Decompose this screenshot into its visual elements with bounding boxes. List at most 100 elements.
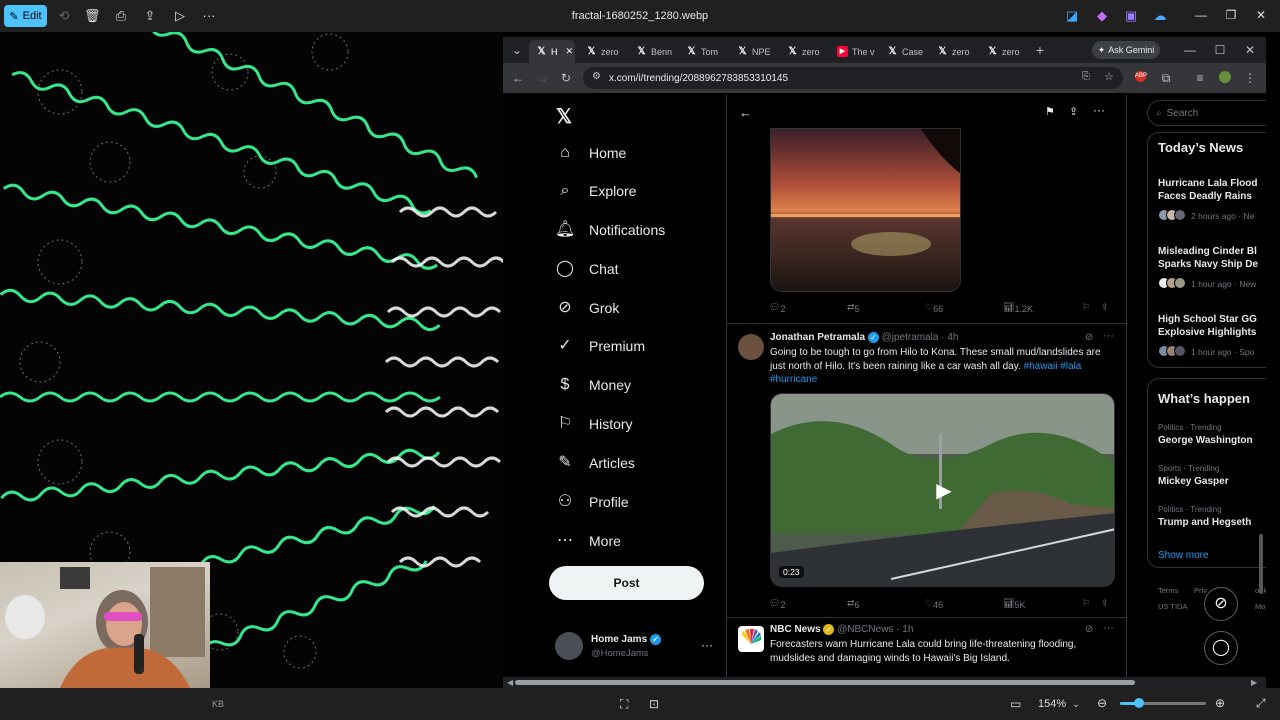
bookmark-icon[interactable]: ⚐ bbox=[1082, 598, 1090, 609]
close-icon[interactable]: ✕ bbox=[1243, 43, 1257, 57]
tab[interactable]: 𝕏zero bbox=[930, 40, 978, 63]
tab-search-icon[interactable]: ⌄ bbox=[510, 43, 524, 57]
nav-money[interactable]: $ Money bbox=[555, 373, 631, 397]
menu-icon[interactable]: ⋮ bbox=[1243, 71, 1257, 85]
scroll-left-icon[interactable]: ◀ bbox=[507, 678, 513, 687]
sunset-image[interactable] bbox=[770, 128, 961, 292]
news-item-title[interactable]: Misleading Cinder Bl Sparks Navy Ship De bbox=[1158, 245, 1258, 271]
tab[interactable]: 𝕏 Case bbox=[880, 40, 928, 63]
tab[interactable]: 𝕏zero bbox=[780, 40, 828, 63]
adblock-icon[interactable]: ABP bbox=[1135, 71, 1147, 82]
minimize-icon[interactable]: — bbox=[1193, 8, 1209, 22]
reply-button[interactable]: 💬︎ 2 bbox=[769, 302, 785, 314]
nbc-logo[interactable] bbox=[738, 626, 764, 652]
nav-notifications[interactable]: 🔔︎ Notifications bbox=[555, 218, 665, 242]
close-tab-icon[interactable]: ✕ bbox=[566, 46, 574, 57]
scroll-right-icon[interactable]: ▶ bbox=[1251, 678, 1257, 687]
fit-screen-icon[interactable]: ⛶ bbox=[620, 697, 628, 712]
views-button[interactable]: 📊︎ 1.2K bbox=[1003, 302, 1033, 314]
footer-terms-link[interactable]: Terms bbox=[1158, 586, 1178, 595]
clipchamp-icon[interactable]: ◆ bbox=[1094, 8, 1110, 24]
news-item-title[interactable]: High School Star GG Explosive Highlights bbox=[1158, 313, 1257, 339]
more-options-icon[interactable]: ··· bbox=[1103, 622, 1114, 634]
cloud-icon[interactable]: ☁ bbox=[1152, 8, 1168, 24]
extensions-icon[interactable]: ⧉ bbox=[1159, 71, 1173, 86]
site-info-icon[interactable]: ⚙ bbox=[592, 71, 601, 82]
url-input[interactable]: ⚙ x.com/i/trending/2088962783853310145 ⎘… bbox=[583, 67, 1123, 89]
nav-chat[interactable]: ◯ Chat bbox=[555, 257, 619, 281]
footer-ustida-link[interactable]: US TIDA bbox=[1158, 602, 1187, 611]
more-options-icon[interactable]: ··· bbox=[1103, 330, 1114, 342]
more-options-icon[interactable]: ··· bbox=[201, 8, 217, 24]
author-name[interactable]: Jonathan Petramala bbox=[770, 332, 865, 343]
filmstrip-icon[interactable]: ▭ bbox=[1010, 697, 1021, 711]
ask-gemini-button[interactable]: ✦ Ask Gemini bbox=[1092, 41, 1160, 59]
trend-item[interactable]: Trump and Hegseth bbox=[1158, 517, 1251, 528]
share-icon[interactable]: ⇪ bbox=[1069, 105, 1078, 118]
footer-more-link[interactable]: Mo bbox=[1255, 602, 1265, 611]
zoom-select[interactable]: 154% ⌄ bbox=[1030, 695, 1086, 713]
nav-explore[interactable]: ⌕ Explore bbox=[555, 179, 637, 203]
designer-icon[interactable]: ◪ bbox=[1064, 8, 1080, 24]
new-tab-icon[interactable]: + bbox=[1033, 42, 1047, 58]
nav-premium[interactable]: ✓ Premium bbox=[555, 334, 645, 358]
fullscreen-icon[interactable]: ⤢ bbox=[1256, 696, 1266, 711]
profile-avatar[interactable] bbox=[1219, 71, 1231, 83]
account-switcher[interactable]: Home Jams ✓ @HomeJams ··· bbox=[555, 632, 715, 662]
views-button[interactable]: 📊︎ 5K bbox=[1003, 598, 1025, 610]
trend-item[interactable]: Mickey Gasper bbox=[1158, 476, 1229, 487]
close-icon[interactable]: ✕ bbox=[1253, 8, 1269, 22]
reply-button[interactable]: 💬︎ 2 bbox=[769, 598, 785, 610]
media-icon[interactable]: ≡ bbox=[1193, 71, 1207, 85]
nav-history[interactable]: ⚐ History bbox=[555, 412, 633, 436]
news-item-title[interactable]: Hurricane Lala Flood Faces Deadly Rains bbox=[1158, 177, 1257, 203]
maximize-icon[interactable]: ☐ bbox=[1213, 43, 1227, 57]
share-icon[interactable]: ⇪ bbox=[1101, 302, 1109, 313]
slideshow-icon[interactable]: ▷ bbox=[172, 8, 188, 24]
author-name[interactable]: NBC News bbox=[770, 624, 821, 635]
zoom-slider[interactable] bbox=[1120, 698, 1206, 708]
rotate-icon[interactable]: ⟲ bbox=[56, 8, 72, 24]
bookmark-icon[interactable]: ⚐ bbox=[1082, 302, 1090, 313]
back-icon[interactable]: ← bbox=[511, 71, 525, 85]
vertical-scrollbar[interactable] bbox=[1259, 534, 1263, 594]
tab[interactable]: 𝕏zero bbox=[579, 40, 627, 63]
share-icon[interactable]: ⇪ bbox=[142, 8, 158, 24]
repost-button[interactable]: ⇄ 6 bbox=[847, 598, 860, 610]
post-button[interactable]: Post bbox=[549, 566, 704, 600]
play-icon[interactable]: ▶ bbox=[931, 478, 957, 504]
nav-home[interactable]: ⌂ Home bbox=[555, 141, 626, 165]
nav-profile[interactable]: ⚇ Profile bbox=[555, 490, 629, 514]
messages-fab[interactable]: ◯ bbox=[1204, 631, 1238, 665]
grok-icon[interactable]: ⊘ bbox=[1085, 624, 1093, 635]
back-arrow-icon[interactable]: ← bbox=[739, 105, 752, 120]
video-player[interactable]: ▶ 0:23 bbox=[770, 393, 1115, 587]
zoom-out-icon[interactable]: ⊖ bbox=[1097, 696, 1107, 710]
footer-privacy-link[interactable]: Priv bbox=[1194, 586, 1207, 595]
zoom-slider-thumb[interactable] bbox=[1134, 698, 1144, 708]
print-icon[interactable]: ⎙ bbox=[113, 8, 129, 24]
share-icon[interactable]: ⇪ bbox=[1101, 598, 1109, 609]
forward-icon[interactable]: → bbox=[535, 71, 549, 85]
tab[interactable]: ▶ The v bbox=[830, 40, 878, 63]
tab[interactable]: 𝕏 NPE bbox=[730, 40, 778, 63]
delete-icon[interactable]: 🗑 bbox=[84, 8, 101, 24]
trend-item[interactable]: George Washington bbox=[1158, 435, 1253, 446]
repost-button[interactable]: ⇄ 5 bbox=[847, 302, 860, 314]
tab[interactable]: 𝕏zero bbox=[980, 40, 1028, 63]
x-logo-icon[interactable]: 𝕏 bbox=[556, 104, 572, 129]
install-app-icon[interactable]: ⎘ bbox=[1082, 71, 1090, 82]
grok-icon[interactable]: ⊘ bbox=[1085, 332, 1093, 343]
tweet-jonathan[interactable]: Jonathan Petramala ✓ @jpetramala · 4h ⊘ … bbox=[727, 324, 1126, 617]
like-button[interactable]: ♡ 66 bbox=[925, 302, 943, 314]
nav-more[interactable]: ⋯ More bbox=[555, 529, 621, 553]
maximize-icon[interactable]: ❐ bbox=[1223, 8, 1239, 22]
flag-icon[interactable]: ⚑ bbox=[1045, 105, 1055, 118]
tab[interactable]: 𝕏 Benn bbox=[629, 40, 677, 63]
edit-button[interactable]: ✎ Edit bbox=[4, 5, 47, 27]
like-button[interactable]: ♡ 46 bbox=[925, 598, 943, 610]
tab-active[interactable]: 𝕏 H ✕ bbox=[529, 40, 575, 63]
minimize-icon[interactable]: — bbox=[1183, 43, 1197, 57]
more-options-icon[interactable]: ··· bbox=[1093, 103, 1105, 117]
account-more-icon[interactable]: ··· bbox=[701, 638, 713, 652]
